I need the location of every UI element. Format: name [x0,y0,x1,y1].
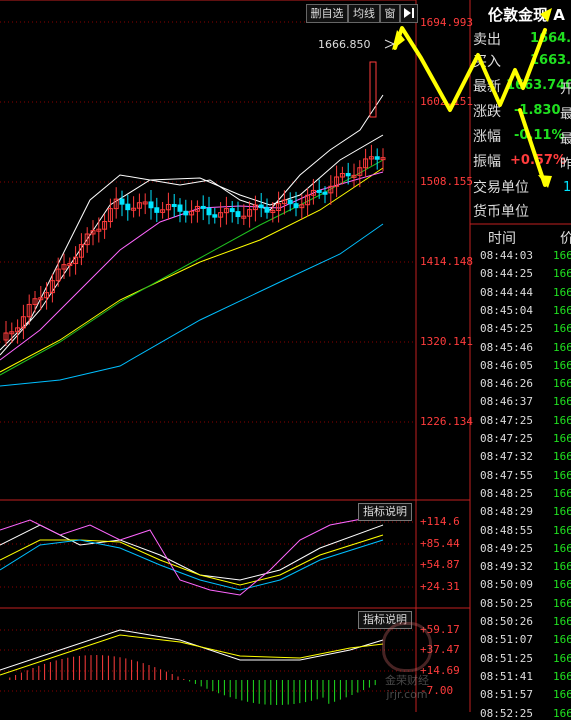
annotation-arrow [393,26,547,187]
watermark: 金荣财经 jrjr.com [362,622,452,701]
logo-icon [382,622,432,672]
watermark-url: jrjr.com [386,688,428,701]
watermark-text: 金荣财经 [385,674,429,687]
arrow-head [540,8,552,22]
annotation-overlay [384,8,552,188]
price-pointer-icon [384,39,396,49]
